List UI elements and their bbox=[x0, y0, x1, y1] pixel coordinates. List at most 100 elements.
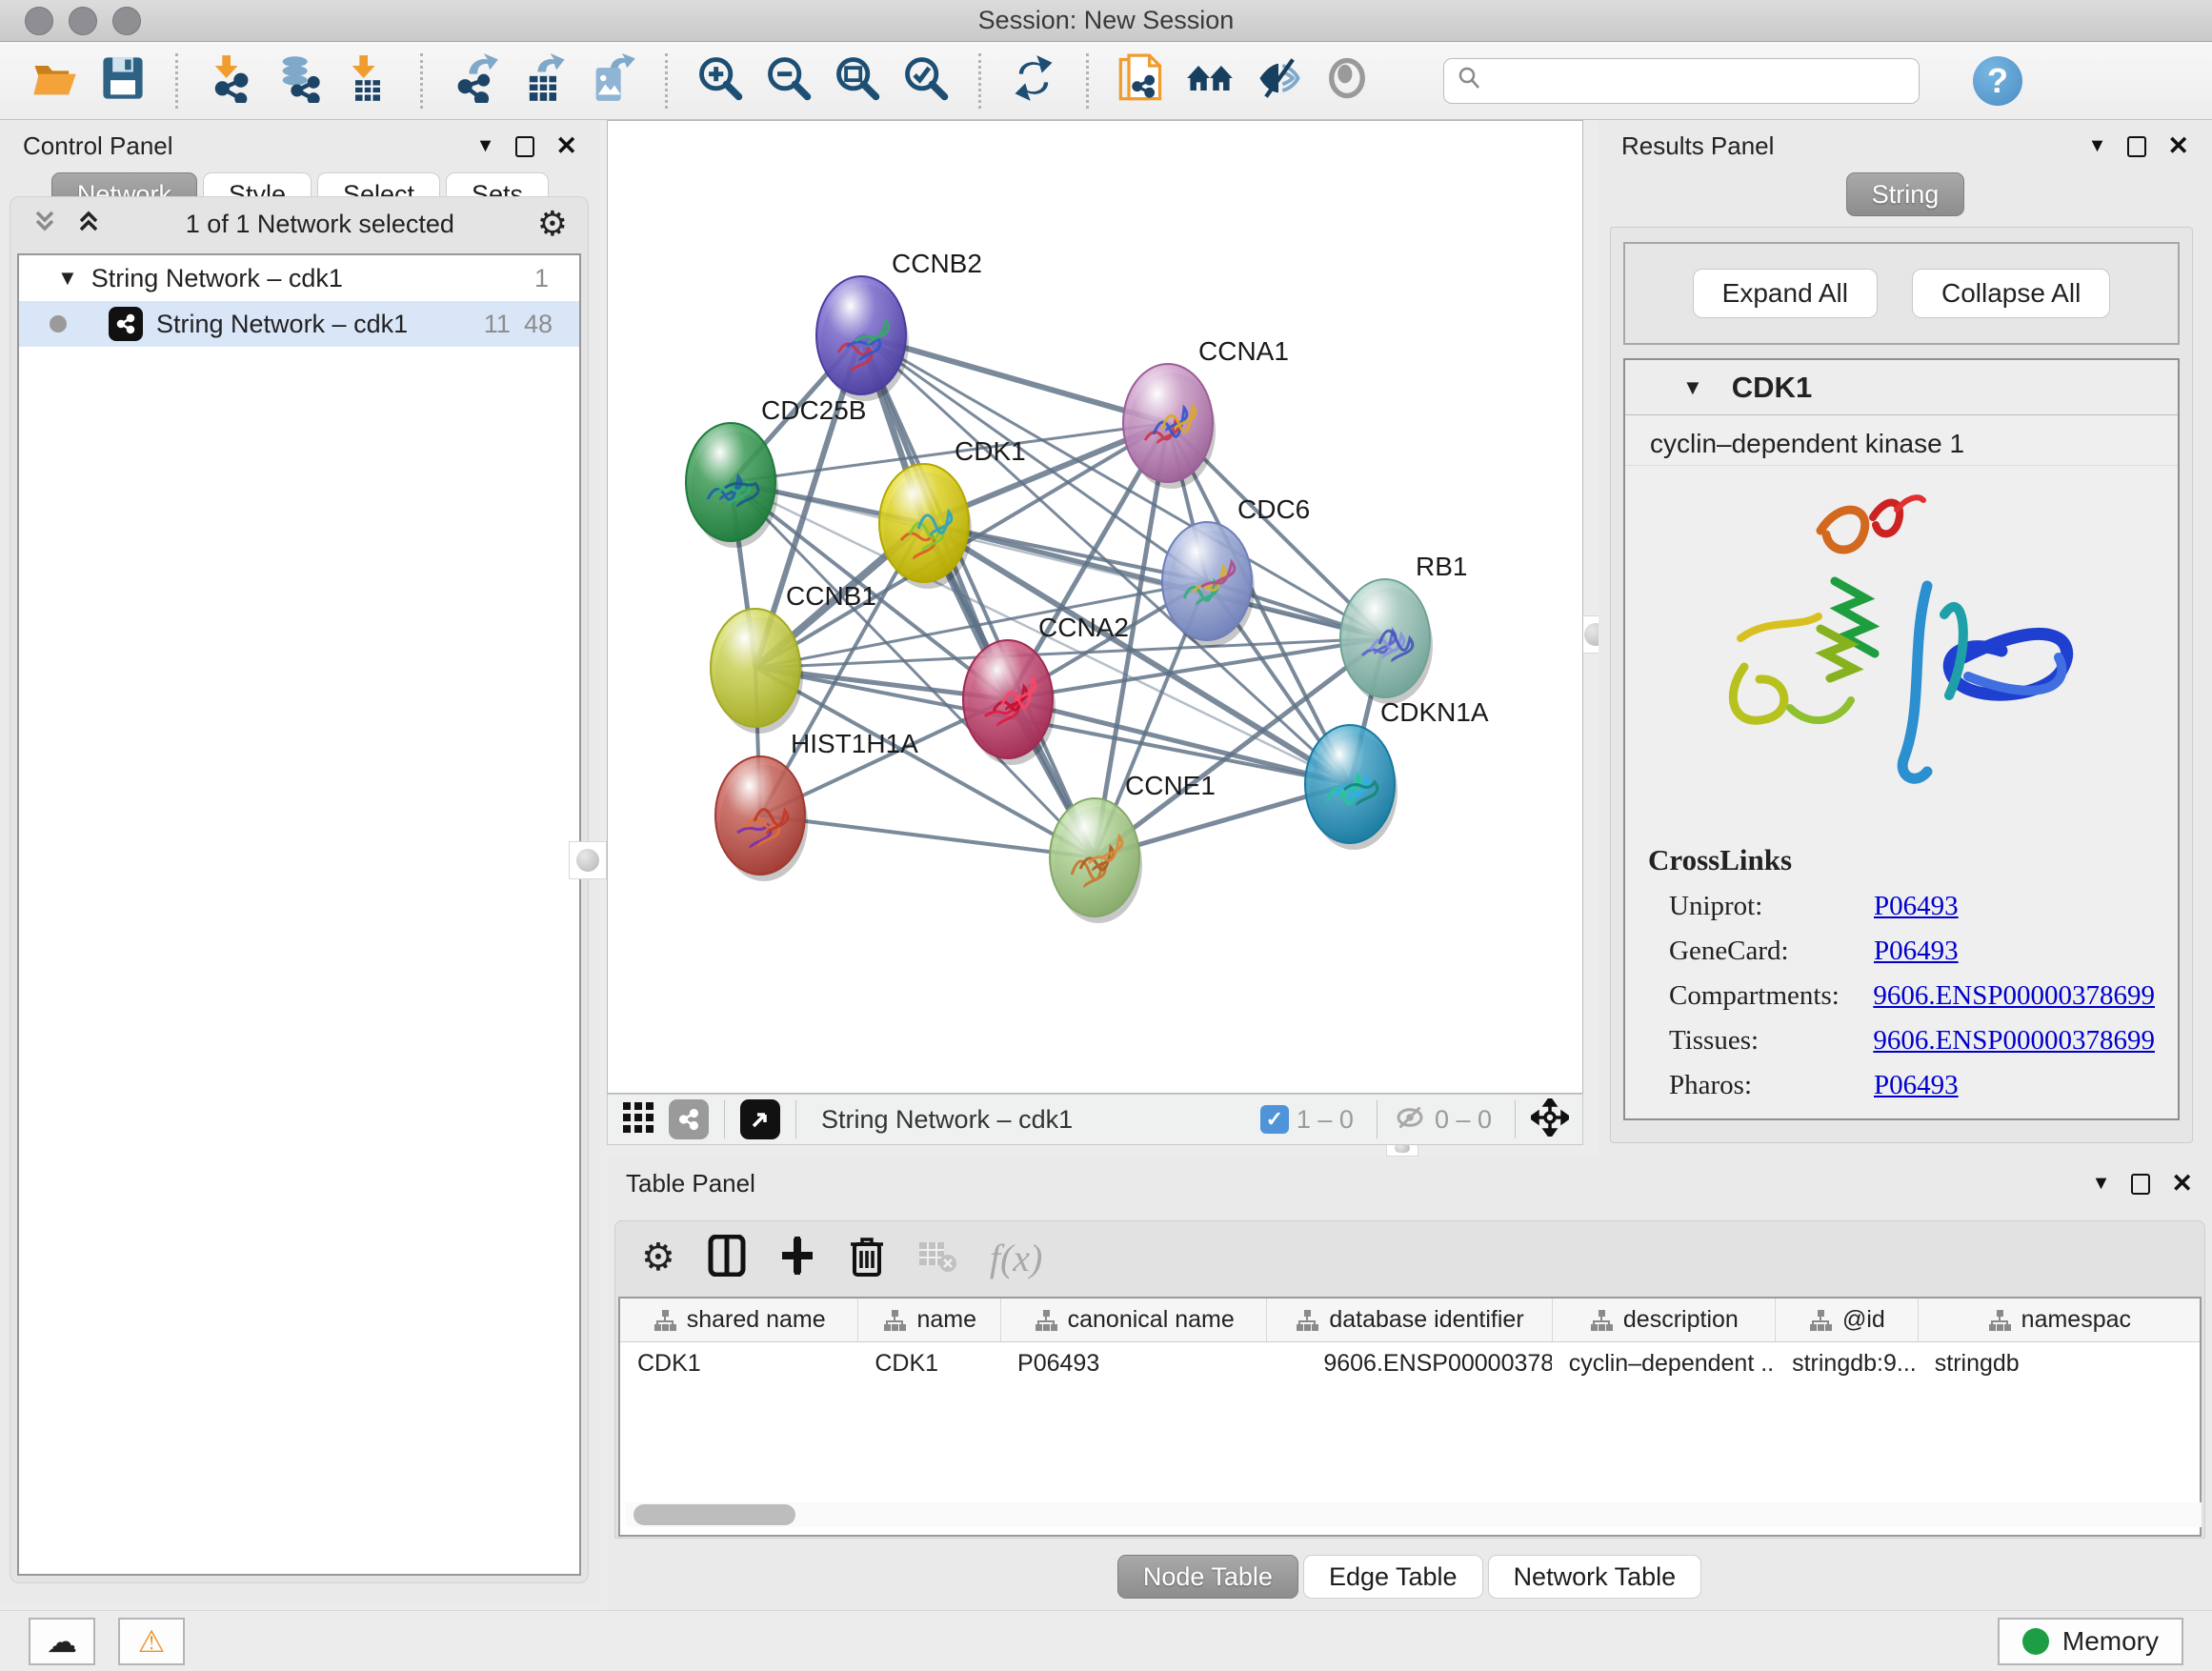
column-header-shared-name[interactable]: shared name bbox=[620, 1299, 857, 1341]
network-node-CDC25B[interactable]: CDC25B bbox=[686, 395, 866, 548]
tab-node-table[interactable]: Node Table bbox=[1117, 1555, 1298, 1599]
column-header-namespac[interactable]: namespac bbox=[1918, 1299, 2200, 1341]
tab-network-table[interactable]: Network Table bbox=[1488, 1555, 1702, 1599]
column-header-description[interactable]: description bbox=[1552, 1299, 1775, 1341]
string-show-hide-button[interactable] bbox=[1249, 50, 1308, 111]
crosslink-link[interactable]: 9606.ENSP00000378699 bbox=[1873, 1025, 2155, 1057]
delete-column-trash-icon[interactable] bbox=[849, 1235, 885, 1281]
network-node-CCNB2[interactable]: CCNB2 bbox=[816, 249, 982, 401]
zoom-in-button[interactable] bbox=[691, 50, 750, 111]
crosslink-link[interactable]: P06493 bbox=[1874, 891, 1959, 922]
table-cell[interactable]: stringdb:9... bbox=[1775, 1342, 1918, 1386]
horizontal-scrollbar[interactable] bbox=[626, 1502, 2202, 1527]
import-network-database-button[interactable] bbox=[270, 50, 329, 111]
expand-all-networks-icon[interactable] bbox=[30, 207, 59, 242]
open-in-new-window-icon[interactable] bbox=[740, 1099, 780, 1139]
table-row[interactable]: CDK1CDK1P064939606.ENSP00000378699cyclin… bbox=[620, 1342, 2200, 1386]
network-options-gear-icon[interactable]: ⚙ bbox=[537, 204, 568, 244]
network-node-CCNE1[interactable]: CCNE1 bbox=[1050, 771, 1216, 923]
expand-all-button[interactable]: Expand All bbox=[1693, 269, 1878, 318]
column-header-id[interactable]: @id bbox=[1775, 1299, 1918, 1341]
gene-collapse-icon[interactable]: ▼ bbox=[1682, 375, 1703, 400]
network-row[interactable]: String Network – cdk1 11 48 bbox=[19, 301, 579, 347]
zoom-selected-button[interactable] bbox=[896, 50, 955, 111]
string-home-button[interactable] bbox=[1180, 50, 1239, 111]
column-header-canonical-name[interactable]: canonical name bbox=[1000, 1299, 1266, 1341]
network-node-HIST1H1A[interactable]: HIST1H1A bbox=[715, 729, 918, 881]
column-header-name[interactable]: name bbox=[857, 1299, 1000, 1341]
tab-edge-table[interactable]: Edge Table bbox=[1303, 1555, 1483, 1599]
crosslink-link[interactable]: 9606.ENSP00000378699 bbox=[1873, 980, 2155, 1012]
collapse-all-networks-icon[interactable] bbox=[74, 207, 103, 242]
export-image-button[interactable] bbox=[583, 50, 642, 111]
add-column-icon[interactable] bbox=[778, 1235, 816, 1281]
hide-panel-button[interactable] bbox=[1317, 50, 1377, 111]
save-session-button[interactable] bbox=[93, 50, 152, 111]
crosslink-link[interactable]: P06493 bbox=[1874, 1070, 1959, 1101]
selected-items-checkbox-icon[interactable]: ✓ bbox=[1260, 1105, 1289, 1134]
hidden-items-eye-icon[interactable] bbox=[1393, 1100, 1427, 1139]
scrollbar-thumb[interactable] bbox=[633, 1504, 795, 1525]
memory-button[interactable]: Memory bbox=[1998, 1618, 2183, 1665]
string-import-button[interactable] bbox=[1112, 50, 1171, 111]
network-node-RB1[interactable]: RB1 bbox=[1340, 552, 1467, 704]
table-cell[interactable]: CDK1 bbox=[857, 1342, 1000, 1386]
crosslink-link[interactable]: P06493 bbox=[1874, 936, 1959, 967]
panel-float-icon[interactable] bbox=[515, 136, 534, 157]
network-node-CCNA2[interactable]: CCNA2 bbox=[963, 613, 1129, 765]
toolbar-separator bbox=[1086, 53, 1089, 109]
column-header-database-identifier[interactable]: database identifier bbox=[1266, 1299, 1551, 1341]
export-table-button[interactable] bbox=[514, 50, 573, 111]
birds-eye-grid-icon[interactable] bbox=[621, 1100, 655, 1139]
import-network-file-button[interactable] bbox=[201, 50, 260, 111]
network-node-CDKN1A[interactable]: CDKN1A bbox=[1305, 697, 1489, 850]
network-type-share-icon[interactable] bbox=[669, 1099, 709, 1139]
table-cell[interactable]: stringdb bbox=[1918, 1342, 2200, 1386]
node-label-CCNB1: CCNB1 bbox=[786, 581, 876, 611]
collapse-all-button[interactable]: Collapse All bbox=[1912, 269, 2110, 318]
network-node-CCNB1[interactable]: CCNB1 bbox=[711, 581, 876, 734]
apply-layout-button[interactable] bbox=[1004, 50, 1063, 111]
node-label-CDC6: CDC6 bbox=[1237, 494, 1310, 524]
table-cell[interactable]: P06493 bbox=[1000, 1342, 1266, 1386]
tab-string[interactable]: String bbox=[1846, 172, 1965, 216]
panel-collapse-icon[interactable]: ▼ bbox=[476, 135, 495, 157]
help-button[interactable]: ? bbox=[1973, 56, 2022, 106]
search-box[interactable] bbox=[1443, 58, 1920, 104]
export-network-button[interactable] bbox=[446, 50, 505, 111]
panel-close-icon[interactable]: ✕ bbox=[2167, 131, 2189, 161]
window-close-button[interactable] bbox=[25, 7, 53, 35]
panel-float-icon[interactable] bbox=[2127, 136, 2146, 157]
window-zoom-button[interactable] bbox=[112, 7, 141, 35]
panel-collapse-icon[interactable]: ▼ bbox=[2092, 1173, 2111, 1195]
network-edge-HIST1H1A-CCNE1[interactable] bbox=[760, 815, 1095, 857]
table-cell[interactable]: CDK1 bbox=[620, 1342, 857, 1386]
panel-close-icon[interactable]: ✕ bbox=[2171, 1169, 2193, 1198]
table-cell[interactable]: 9606.ENSP00000378699 bbox=[1266, 1342, 1551, 1386]
fit-selected-crosshair-icon[interactable] bbox=[1531, 1098, 1569, 1141]
zoom-fit-button[interactable] bbox=[828, 50, 887, 111]
show-columns-icon[interactable] bbox=[708, 1235, 746, 1281]
panel-collapse-icon[interactable]: ▼ bbox=[2088, 135, 2107, 157]
warning-icon: ⚠ bbox=[138, 1623, 166, 1660]
panel-close-icon[interactable]: ✕ bbox=[555, 131, 577, 161]
tree-expand-icon[interactable]: ▼ bbox=[57, 266, 78, 291]
network-edge-CCNB2-CCNE1[interactable] bbox=[861, 335, 1095, 857]
network-node-CDC6[interactable]: CDC6 bbox=[1162, 494, 1310, 647]
zoom-out-button[interactable] bbox=[759, 50, 818, 111]
search-input[interactable] bbox=[1492, 66, 1892, 95]
table-cell[interactable]: cyclin–dependent ... bbox=[1552, 1342, 1775, 1386]
network-canvas[interactable]: CCNB2CCNA1CDC25BCDK1CDC6RB1CCNB1CCNA2CDK… bbox=[607, 120, 1583, 1094]
window-minimize-button[interactable] bbox=[69, 7, 97, 35]
table-options-gear-icon[interactable]: ⚙ bbox=[641, 1236, 675, 1279]
eye-slash-icon bbox=[1254, 53, 1303, 108]
network-node-CCNA1[interactable]: CCNA1 bbox=[1123, 336, 1289, 489]
panel-float-icon[interactable] bbox=[2131, 1174, 2150, 1195]
open-session-button[interactable] bbox=[25, 50, 84, 111]
cloud-status-button[interactable]: ☁ bbox=[29, 1618, 95, 1665]
network-collection-row[interactable]: ▼ String Network – cdk1 1 bbox=[19, 255, 579, 301]
warnings-button[interactable]: ⚠ bbox=[118, 1618, 185, 1665]
import-table-file-button[interactable] bbox=[338, 50, 397, 111]
left-splitter-handle[interactable] bbox=[569, 841, 607, 879]
node-label-CDKN1A: CDKN1A bbox=[1380, 697, 1489, 727]
